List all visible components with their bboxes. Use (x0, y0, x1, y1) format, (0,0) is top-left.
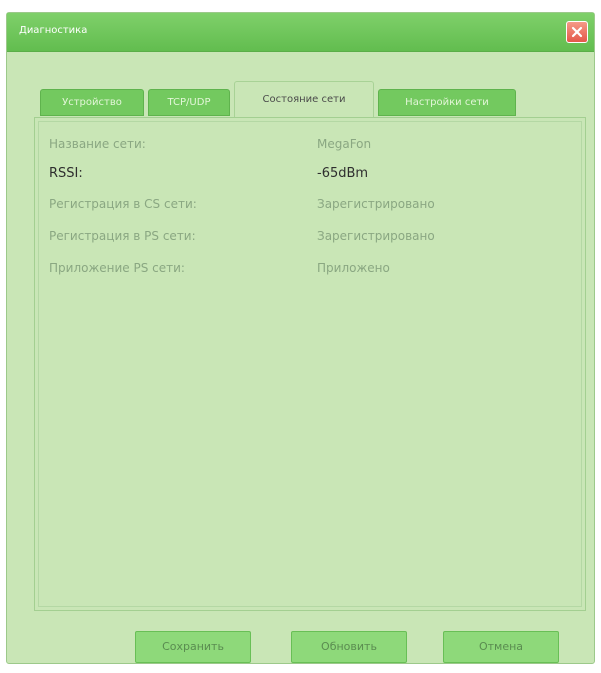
ps-registration-label: Регистрация в PS сети: (49, 229, 196, 243)
cs-registration-label: Регистрация в CS сети: (49, 197, 197, 211)
row-cs-registration: Регистрация в CS сети: Зарегистрировано (49, 194, 569, 214)
rssi-label: RSSI: (49, 166, 83, 181)
tab-network-settings[interactable]: Настройки сети (378, 89, 516, 116)
cancel-button[interactable]: Отмена (443, 631, 559, 663)
rssi-value: -65dBm (317, 166, 369, 181)
network-status-panel: Название сети: MegaFon RSSI: -65dBm Реги… (34, 117, 586, 611)
window-title: Диагностика (19, 25, 88, 36)
ps-attach-value: Приложено (317, 261, 390, 275)
save-button[interactable]: Сохранить (135, 631, 251, 663)
network-name-label: Название сети: (49, 137, 146, 151)
refresh-button[interactable]: Обновить (291, 631, 407, 663)
diagnostics-window: Диагностика Устройство TCP/UDP Состояние… (6, 12, 595, 664)
cs-registration-value: Зарегистрировано (317, 197, 435, 211)
ps-registration-value: Зарегистрировано (317, 229, 435, 243)
row-ps-registration: Регистрация в PS сети: Зарегистрировано (49, 226, 569, 246)
title-bar[interactable]: Диагностика (7, 13, 594, 52)
tab-tcp-udp[interactable]: TCP/UDP (148, 89, 230, 116)
row-rssi: RSSI: -65dBm (49, 164, 569, 184)
close-icon (571, 26, 583, 38)
row-network-name: Название сети: MegaFon (49, 134, 569, 154)
tab-network-status[interactable]: Состояние сети (234, 81, 374, 117)
ps-attach-label: Приложение PS сети: (49, 261, 185, 275)
close-button[interactable] (566, 21, 588, 43)
tab-device[interactable]: Устройство (40, 89, 144, 116)
network-name-value: MegaFon (317, 137, 372, 151)
row-ps-attach: Приложение PS сети: Приложено (49, 258, 569, 278)
